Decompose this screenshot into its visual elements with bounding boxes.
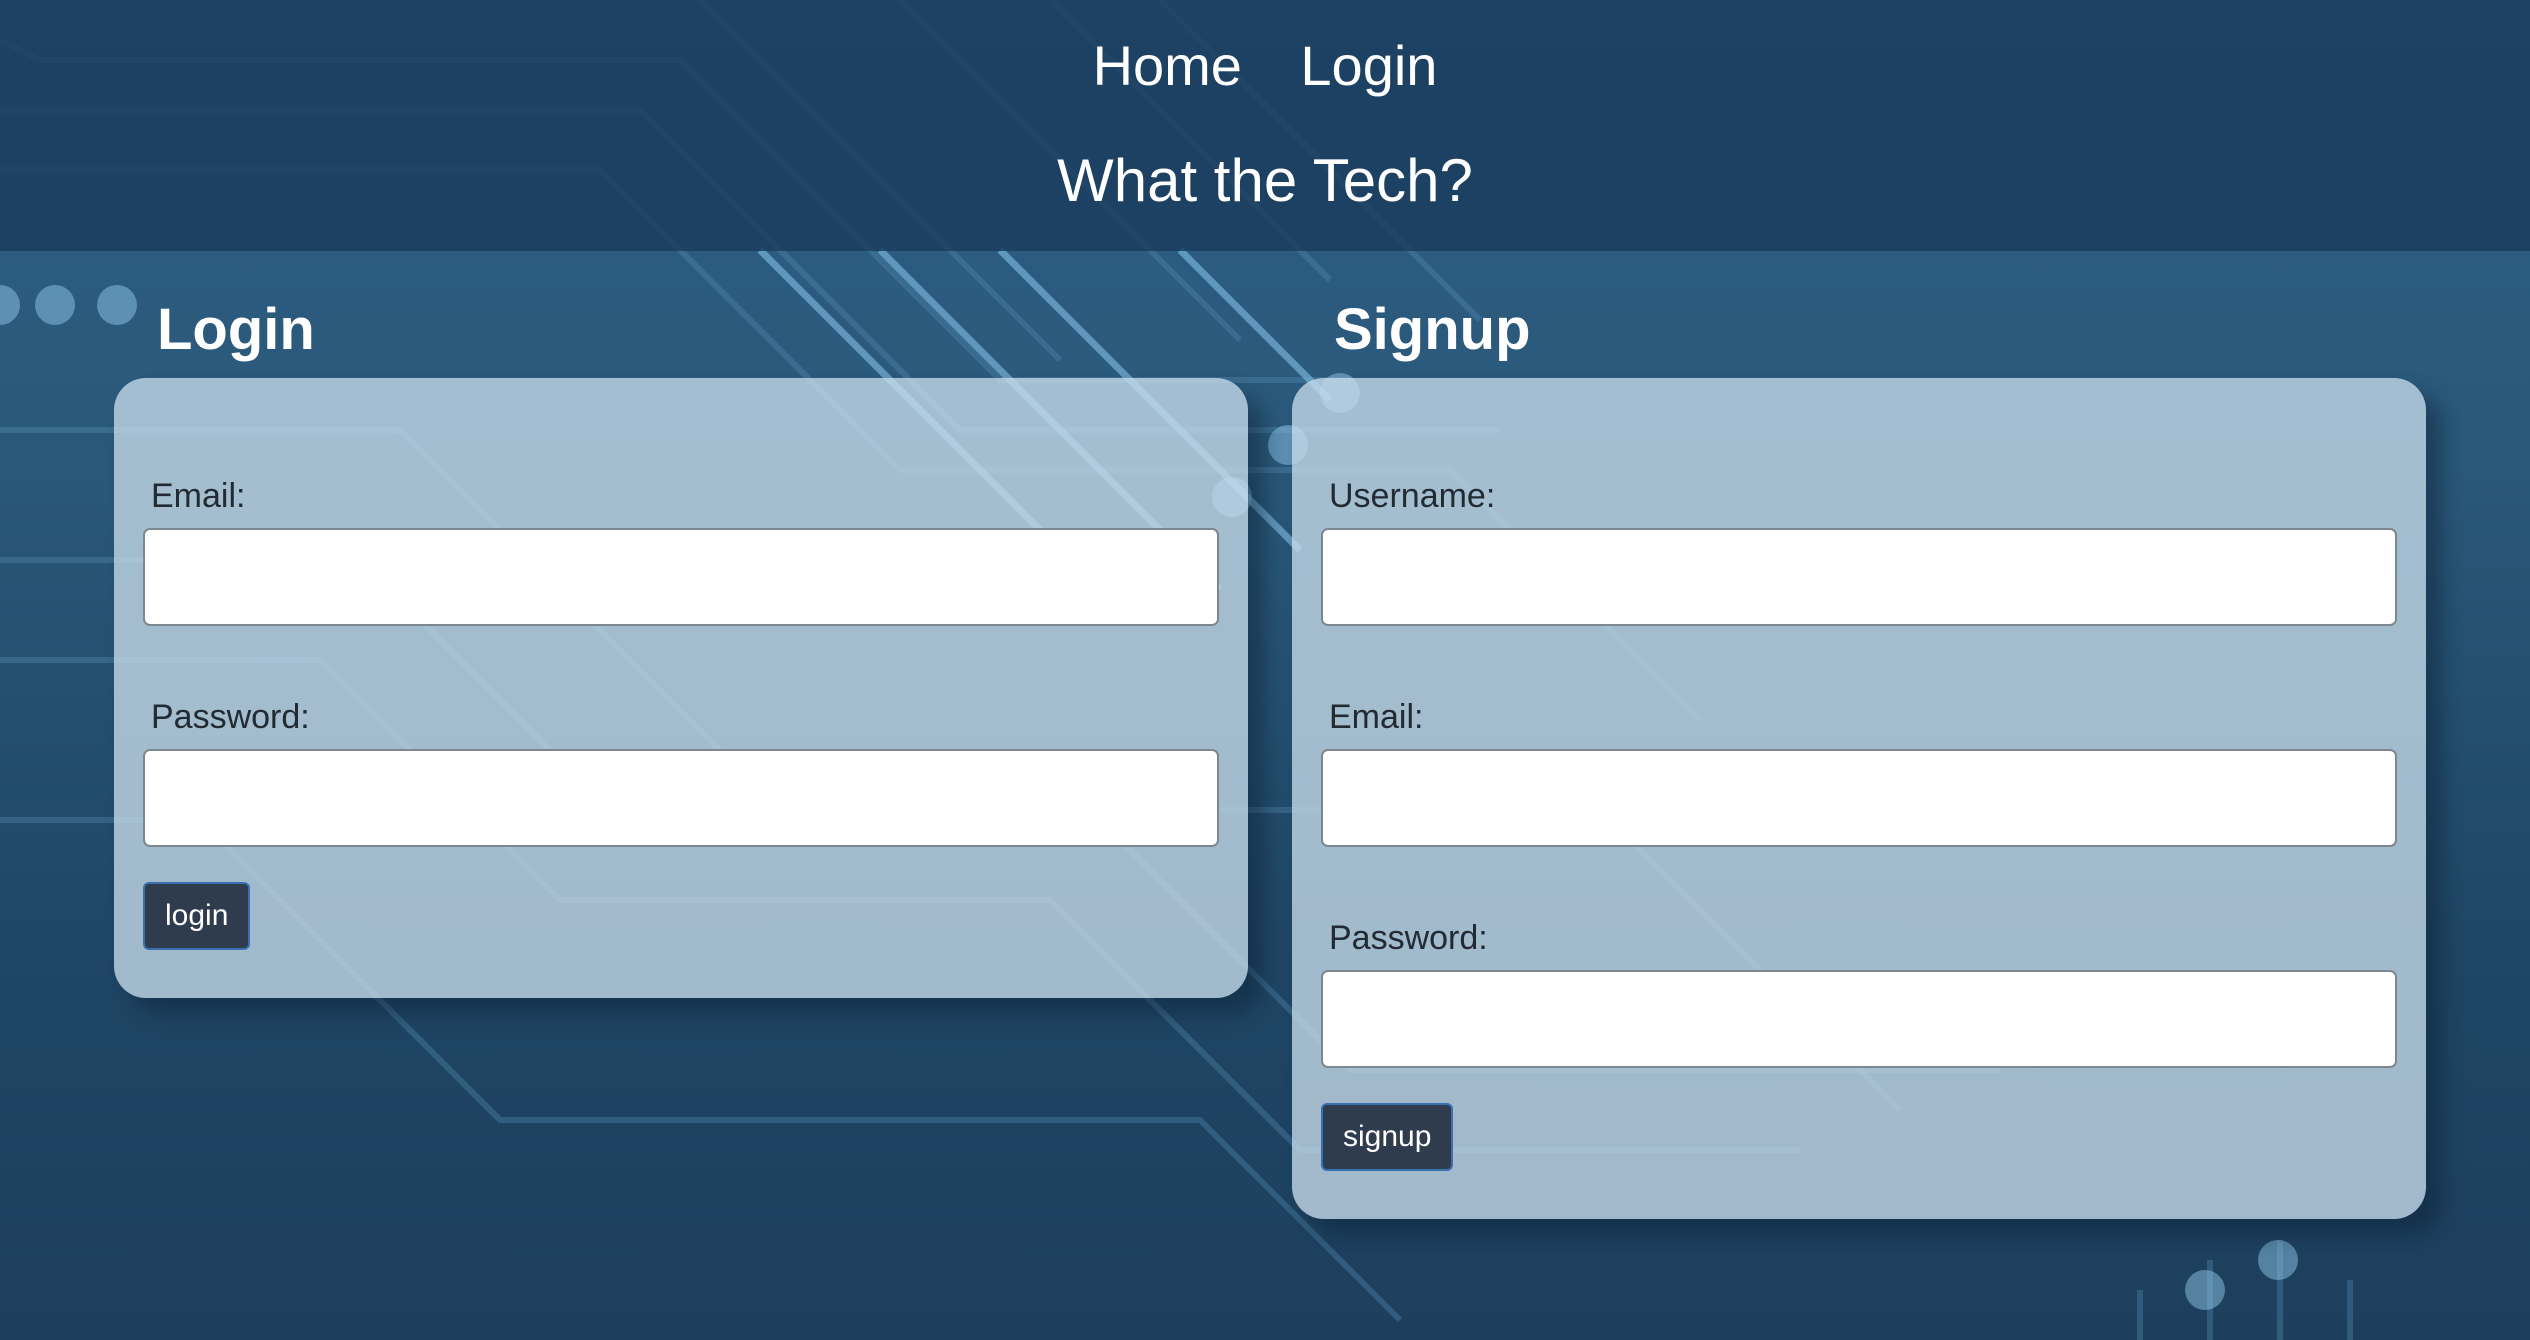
nav-link-home[interactable]: Home [1093,30,1242,102]
login-form: Email: Password: login [114,378,1248,998]
signup-button[interactable]: signup [1321,1103,1454,1171]
signup-form: Username: Email: Password: signup [1292,378,2426,1219]
login-password-input[interactable] [143,749,1219,847]
site-header: Home Login What the Tech? [0,0,2530,251]
login-heading: Login [157,297,315,362]
nav-link-login[interactable]: Login [1300,30,1437,102]
signup-password-input[interactable] [1321,970,2397,1068]
signup-password-label: Password: [1329,919,1488,957]
signup-email-label: Email: [1329,698,1424,736]
login-password-label: Password: [151,698,310,736]
site-title: What the Tech? [1057,147,1473,214]
signup-username-input[interactable] [1321,528,2397,626]
login-email-input[interactable] [143,528,1219,626]
login-email-label: Email: [151,477,246,515]
signup-heading: Signup [1334,297,1531,362]
main-nav: Home Login [0,30,2530,102]
login-button[interactable]: login [143,882,251,950]
signup-username-label: Username: [1329,477,1496,515]
signup-email-input[interactable] [1321,749,2397,847]
